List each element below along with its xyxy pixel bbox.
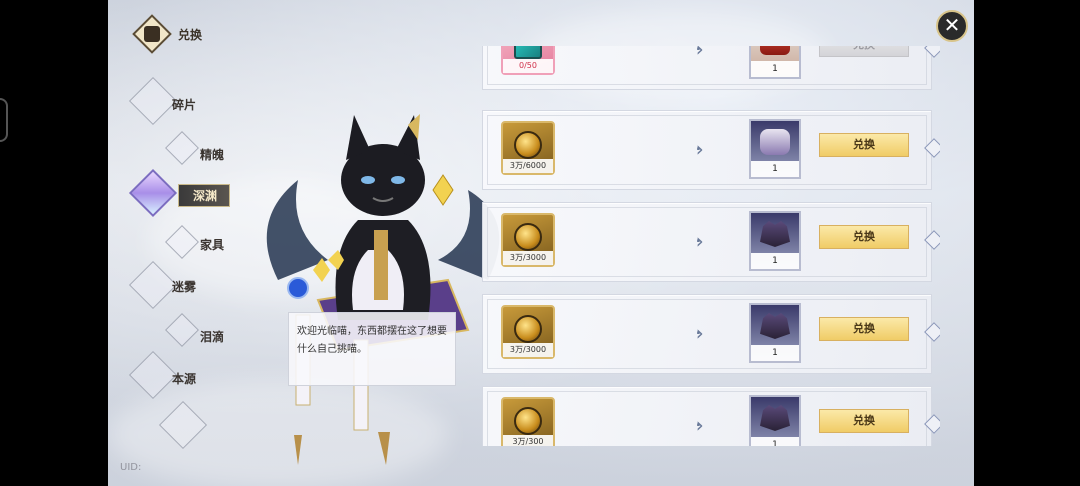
exchange-row: 3万/300 ··› 1 兑换 <box>482 386 940 446</box>
cost-item-crystal-shard-icon[interactable]: 0/50 <box>501 46 555 75</box>
reward-count: 1 <box>751 345 799 361</box>
cost-amount: 3万/6000 <box>503 159 553 173</box>
cost-amount: 3万/300 <box>503 435 553 446</box>
reward-count: 1 <box>751 437 799 446</box>
reward-count: 1 <box>751 253 799 269</box>
npc-speech-bubble: 欢迎光临喵，东西都摆在这了想要什么自己挑喵。 <box>288 312 456 386</box>
arrow-right-icon: ··› <box>695 321 703 345</box>
nav-item-fragments[interactable]: 碎片 <box>172 96 196 113</box>
row-diamond-icon <box>924 230 940 250</box>
arrow-right-icon: ··› <box>695 229 703 253</box>
reward-red-helmet-icon[interactable]: 1 <box>749 46 801 79</box>
uid-label: UID: <box>120 462 142 473</box>
cost-amount: 0/50 <box>503 59 553 73</box>
npc-speech-text: 欢迎光临喵，东西都摆在这了想要什么自己挑喵。 <box>297 326 447 355</box>
cost-item-gold-crest-icon[interactable]: 3万/6000 <box>501 121 555 175</box>
cost-item-gold-crest-icon[interactable]: 3万/3000 <box>501 213 555 267</box>
exchange-button[interactable]: 兑换 <box>819 409 909 433</box>
row-diamond-icon <box>924 46 940 58</box>
nav-item-essence[interactable]: 精魄 <box>200 146 224 163</box>
exchange-button[interactable]: 兑换 <box>819 225 909 249</box>
exchange-row: 0/50 ··› 1 兑换 <box>482 46 940 90</box>
nav-item-teardrop[interactable]: 泪滴 <box>200 328 224 345</box>
cost-amount: 3万/3000 <box>503 343 553 357</box>
nav-diamond-icon <box>165 313 199 347</box>
arrow-right-icon: ··› <box>695 137 703 161</box>
page-title: 兑换 <box>178 27 203 42</box>
reward-silver-armor-icon[interactable]: 1 <box>749 119 801 179</box>
nav-item-furniture[interactable]: 家具 <box>200 236 224 253</box>
exchange-row: 3万/3000 ··› 1 兑换 <box>482 294 940 374</box>
nav-item-mist[interactable]: 迷雾 <box>172 278 196 295</box>
exchange-list[interactable]: 0/50 ··› 1 兑换 3万/6000 ··› 1 兑换 <box>482 46 940 446</box>
row-diamond-icon <box>924 414 940 434</box>
cost-item-gold-crest-icon[interactable]: 3万/300 <box>501 397 555 446</box>
nav-diamond-icon <box>165 131 199 165</box>
exchange-button[interactable]: 兑换 <box>819 317 909 341</box>
exchange-button[interactable]: 兑换 <box>819 133 909 157</box>
row-diamond-icon <box>924 322 940 342</box>
arrow-right-icon: ··› <box>695 46 703 61</box>
reward-dark-armor-icon[interactable]: 1 <box>749 303 801 363</box>
cost-item-gold-crest-icon[interactable]: 3万/3000 <box>501 305 555 359</box>
cat-merchant-npc <box>266 114 500 465</box>
row-diamond-icon <box>924 138 940 158</box>
reward-count: 1 <box>751 61 799 77</box>
exchange-row: 3万/6000 ··› 1 兑换 <box>482 110 940 190</box>
exchange-shop-screen: 兑换 碎片 精魄 深渊 家具 迷雾 泪滴 本源 欢迎光临喵，东西都摆在这了想要什… <box>108 0 974 486</box>
reward-count: 1 <box>751 161 799 177</box>
arrow-right-icon: ··› <box>695 413 703 437</box>
reward-dark-armor-icon[interactable]: 1 <box>749 395 801 446</box>
reward-dark-armor-icon[interactable]: 1 <box>749 211 801 271</box>
exchange-row: 3万/3000 ··› 1 兑换 <box>482 202 940 282</box>
shop-header: 兑换 <box>132 14 202 54</box>
nav-diamond-icon <box>128 76 178 126</box>
nav-item-origin[interactable]: 本源 <box>172 370 196 387</box>
nav-item-abyss[interactable]: 深渊 <box>178 184 231 207</box>
cat-emblem-icon <box>132 14 172 54</box>
close-button[interactable]: ✕ <box>936 10 968 42</box>
device-edge <box>0 98 8 142</box>
exchange-button[interactable]: 兑换 <box>819 46 909 57</box>
cost-amount: 3万/3000 <box>503 251 553 265</box>
